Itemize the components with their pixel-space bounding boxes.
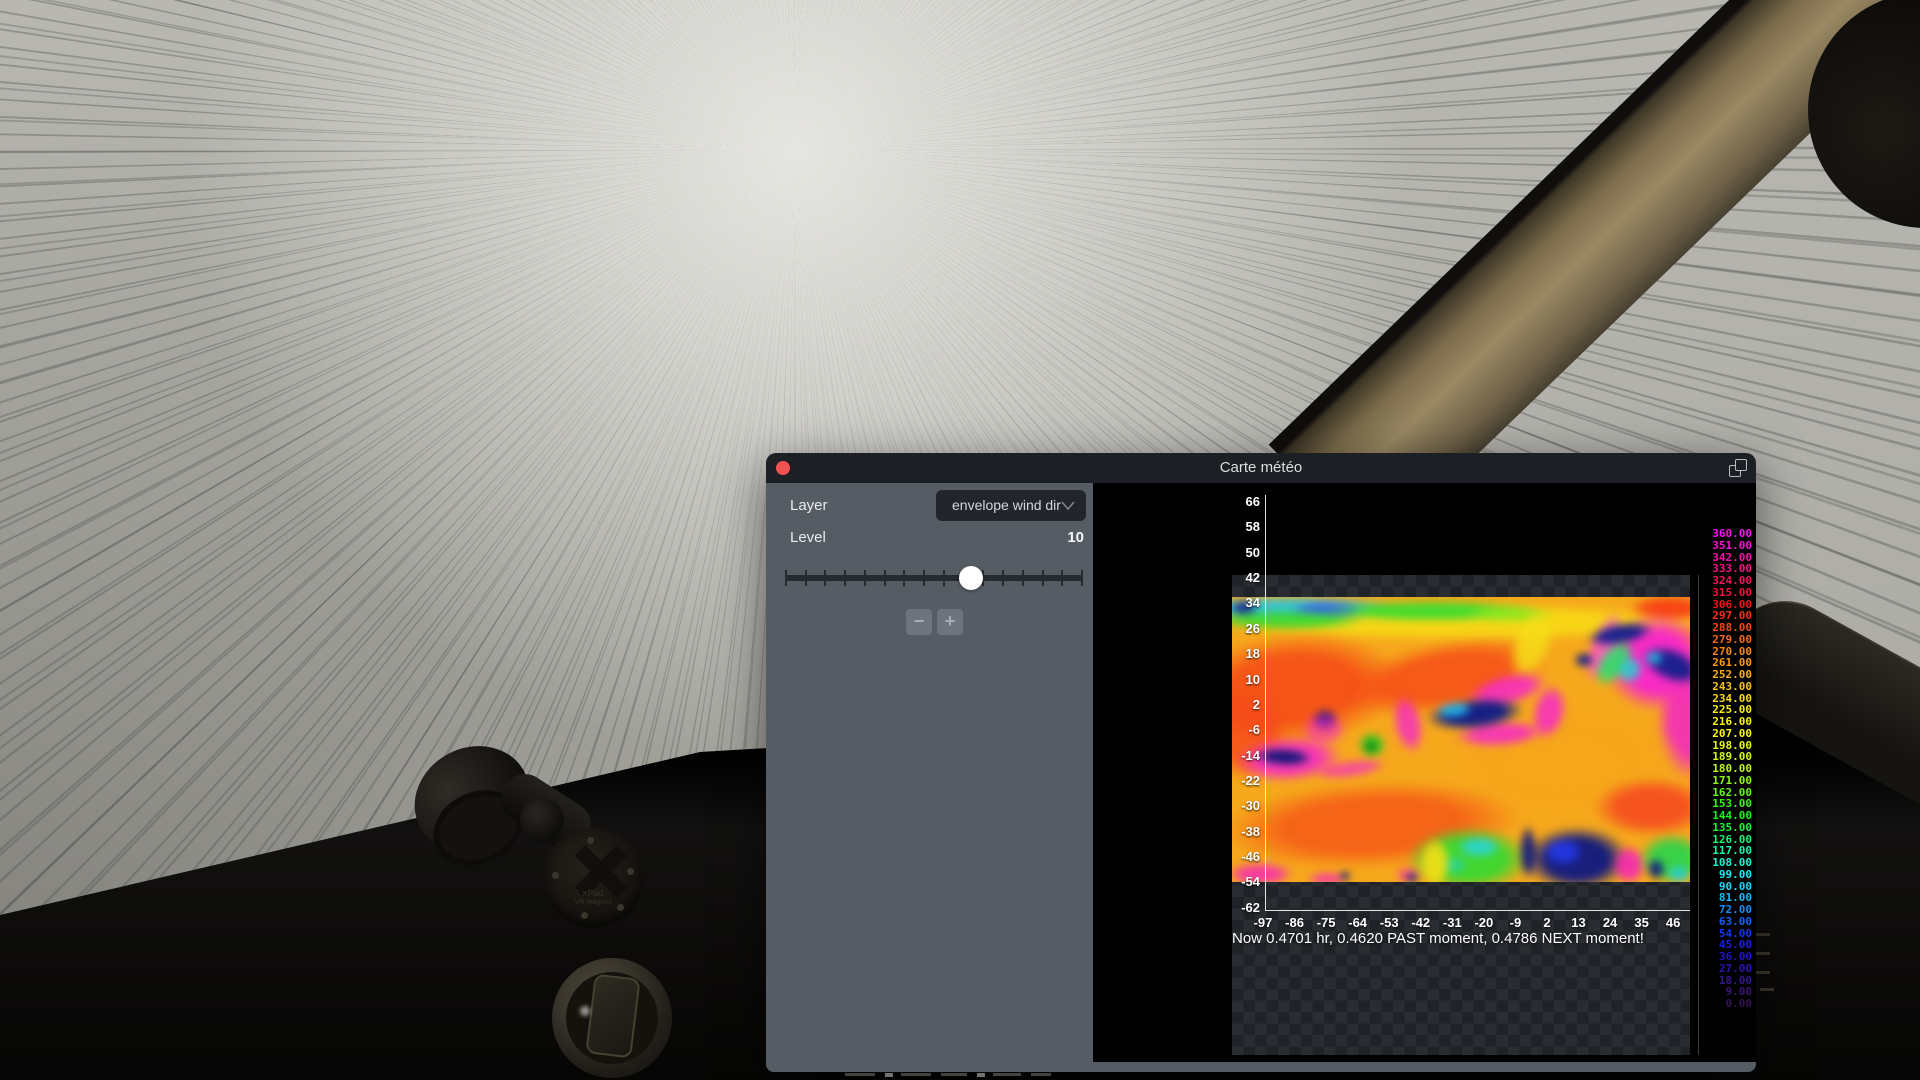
- xpad-mount-plate: xPad VR magnet: [543, 828, 643, 928]
- latitude-axis-line: [1265, 495, 1266, 910]
- switch-panel-marking: [1760, 988, 1774, 991]
- window-titlebar[interactable]: Carte météo: [766, 453, 1756, 483]
- slider-tick: [903, 570, 905, 586]
- wind-direction-field: [1232, 597, 1690, 882]
- scale-value-label: 135.00: [1682, 822, 1752, 834]
- instrument-markings: [845, 1073, 1105, 1078]
- lat-tick-label: -30: [1216, 798, 1260, 813]
- scale-value-label: 27.00: [1682, 963, 1752, 975]
- layer-dropdown[interactable]: envelope wind dir: [936, 490, 1086, 521]
- lat-tick-label: -46: [1216, 849, 1260, 864]
- map-blob: [1543, 838, 1583, 866]
- level-slider-handle[interactable]: [959, 566, 983, 590]
- map-blob: [1592, 777, 1690, 837]
- slider-tick: [884, 570, 886, 586]
- window-title: Carte météo: [766, 459, 1756, 476]
- window-body: Layer envelope wind dir Level 10 − +: [766, 483, 1756, 1072]
- scale-value-label: 99.00: [1682, 869, 1752, 881]
- slider-tick: [844, 570, 846, 586]
- layer-dropdown-value: envelope wind dir: [952, 497, 1061, 513]
- slider-tick: [1081, 570, 1083, 586]
- scale-value-label: 0.00: [1682, 998, 1752, 1010]
- slider-tick: [923, 570, 925, 586]
- switch-panel-marking: [1756, 952, 1770, 955]
- switch-panel-marking: [1756, 933, 1770, 936]
- lat-tick-label: 10: [1216, 672, 1260, 687]
- map-blob: [1365, 741, 1377, 753]
- map-blob: [1419, 837, 1451, 882]
- longitude-axis-line: [1265, 910, 1690, 911]
- mount-plate-text: VR magnet: [543, 899, 643, 906]
- map-blob: [1647, 858, 1665, 880]
- map-blob: [1301, 712, 1347, 746]
- screw-icon: [627, 868, 634, 875]
- lat-tick-label: 42: [1216, 570, 1260, 585]
- switch-panel-marking: [1756, 971, 1770, 974]
- mount-joint: [520, 798, 564, 842]
- slider-tick: [785, 570, 787, 586]
- level-slider[interactable]: [785, 575, 1083, 581]
- lat-tick-label: 34: [1216, 595, 1260, 610]
- slider-tick: [1061, 570, 1063, 586]
- lat-tick-label: -38: [1216, 824, 1260, 839]
- lat-tick-label: -6: [1216, 722, 1260, 737]
- lat-tick-label: 18: [1216, 646, 1260, 661]
- scale-value-label: 207.00: [1682, 728, 1752, 740]
- scale-value-label: 171.00: [1682, 775, 1752, 787]
- chevron-down-icon: [1061, 501, 1075, 510]
- weather-map-canvas[interactable]: [1232, 597, 1690, 882]
- lat-tick-label: -54: [1216, 874, 1260, 889]
- level-decrease-button[interactable]: −: [906, 609, 932, 635]
- lat-tick-label: 26: [1216, 621, 1260, 636]
- map-blob: [1405, 873, 1419, 882]
- slider-tick: [1002, 570, 1004, 586]
- scale-value-label: 243.00: [1682, 681, 1752, 693]
- screw-icon: [587, 837, 594, 844]
- mount-plate-text: xPad: [543, 888, 643, 898]
- map-blob: [1339, 871, 1351, 881]
- air-vent-flap: [585, 973, 640, 1058]
- scale-value-label: 315.00: [1682, 587, 1752, 599]
- level-label: Level: [790, 529, 826, 546]
- pop-out-icon[interactable]: [1729, 459, 1747, 477]
- map-blob: [1457, 836, 1501, 858]
- level-increase-button[interactable]: +: [937, 609, 963, 635]
- layer-label: Layer: [790, 497, 828, 514]
- xplane-screen: xPad VR magnet Carte météo Layer: [0, 0, 1920, 1080]
- slider-tick: [1042, 570, 1044, 586]
- slider-tick: [943, 570, 945, 586]
- lat-tick-label: 58: [1216, 519, 1260, 534]
- air-vent: [552, 958, 672, 1078]
- scale-value-label: 351.00: [1682, 540, 1752, 552]
- weather-map-window: Carte météo Layer envelope wind dir Leve…: [766, 453, 1756, 1072]
- lat-tick-label: 50: [1216, 545, 1260, 560]
- screw-icon: [581, 912, 588, 919]
- map-blob: [1574, 652, 1594, 668]
- slider-tick: [1022, 570, 1024, 586]
- scale-value-label: 63.00: [1682, 916, 1752, 928]
- scale-value-label: 279.00: [1682, 634, 1752, 646]
- controls-panel: Layer envelope wind dir Level 10 − +: [766, 483, 1093, 1072]
- lat-tick-label: -14: [1216, 748, 1260, 763]
- lat-tick-label: 66: [1216, 494, 1260, 509]
- lat-tick-label: 2: [1216, 697, 1260, 712]
- slider-tick: [864, 570, 866, 586]
- slider-tick: [805, 570, 807, 586]
- time-status-text: Now 0.4701 hr, 0.4620 PAST moment, 0.478…: [1232, 930, 1644, 947]
- slider-tick: [824, 570, 826, 586]
- screw-icon: [552, 872, 559, 879]
- window-bottom-edge: [766, 1062, 1756, 1072]
- lat-tick-label: -22: [1216, 773, 1260, 788]
- lat-tick-label: -62: [1216, 900, 1260, 915]
- vent-highlight: [580, 1006, 590, 1016]
- level-value: 10: [1067, 529, 1084, 546]
- map-blob: [1644, 651, 1664, 665]
